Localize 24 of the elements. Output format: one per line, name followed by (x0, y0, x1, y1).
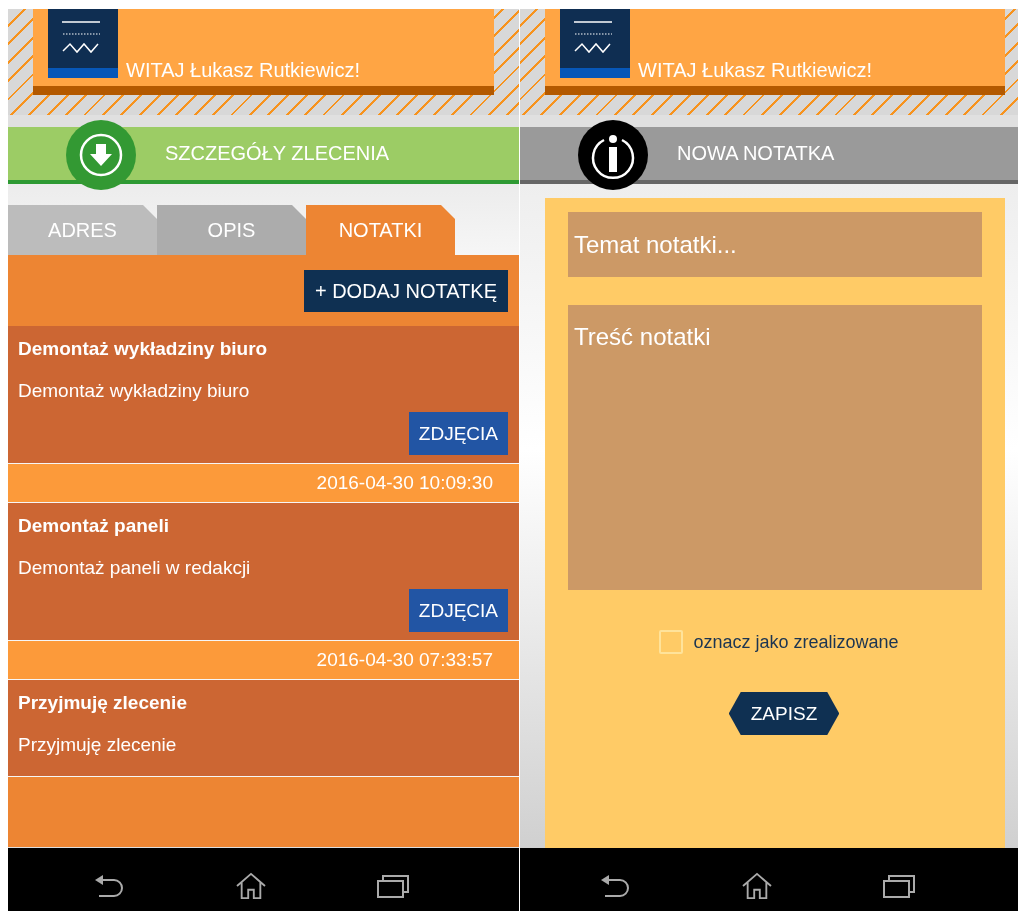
logo-icon (48, 9, 118, 78)
content-field[interactable]: Treść notatki (568, 305, 982, 590)
subject-field[interactable]: Temat notatki... (568, 212, 982, 277)
photos-button[interactable]: ZDJĘCIA (408, 412, 508, 455)
greeting-text: WITAJ Łukasz Rutkiewicz! (126, 58, 361, 82)
note-date: 2016-04-30 10:09:30 (316, 472, 493, 494)
save-button[interactable]: ZAPISZ (728, 692, 840, 735)
note-text: Demontaż wykładziny biuro (18, 380, 251, 402)
note-title: Przyjmuję zlecenie (18, 692, 188, 714)
photos-button[interactable]: ZDJĘCIA (408, 589, 508, 632)
note-text: Przyjmuję zlecenie (18, 734, 178, 756)
done-checkbox[interactable] (659, 630, 684, 654)
info-icon (577, 119, 649, 191)
logo-icon (560, 9, 630, 78)
note-title: Demontaż paneli (18, 515, 170, 537)
note-text: Demontaż paneli w redakcji (18, 557, 252, 579)
note-date: 2016-04-30 07:33:57 (316, 649, 493, 671)
section-title: SZCZEGÓŁY ZLECENIA (165, 142, 390, 165)
greeting-text: WITAJ Łukasz Rutkiewicz! (638, 58, 873, 82)
add-note-button[interactable]: + DODAJ NOTATKĘ (303, 270, 508, 312)
home-icon[interactable] (740, 871, 774, 900)
note-title: Demontaż wykładziny biuro (18, 338, 269, 360)
checkbox-label: oznacz jako zrealizowane (693, 631, 899, 653)
section-title: NOWA NOTATKA (677, 142, 835, 165)
